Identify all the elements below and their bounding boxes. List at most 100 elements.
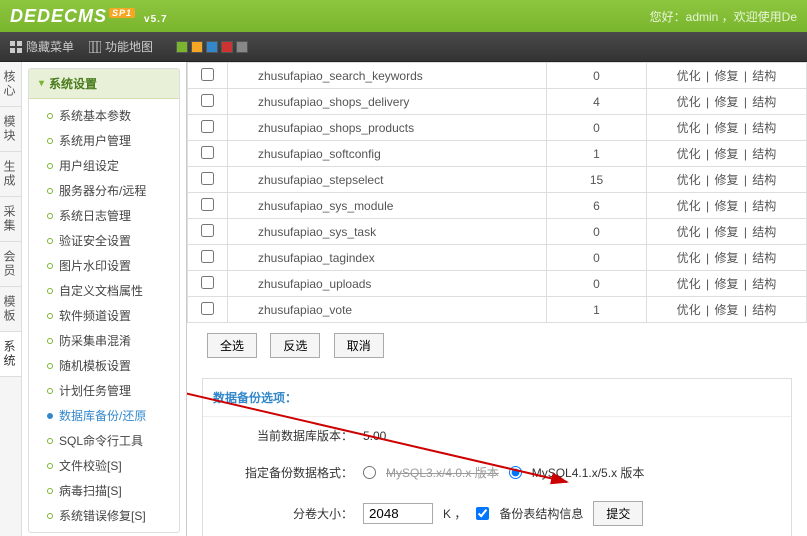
optimize-link[interactable]: 优化 [677, 251, 701, 265]
row-checkbox[interactable] [201, 224, 214, 237]
menu-item[interactable]: 用户组设定 [29, 153, 179, 178]
menu-item[interactable]: 防采集串混淆 [29, 328, 179, 353]
structure-link[interactable]: 结构 [752, 173, 776, 187]
menu-item[interactable]: 验证安全设置 [29, 228, 179, 253]
submit-button[interactable]: 提交 [593, 501, 643, 526]
menu-item[interactable]: 软件频道设置 [29, 303, 179, 328]
color-blue[interactable] [206, 41, 218, 53]
structure-link[interactable]: 结构 [752, 95, 776, 109]
menu-item[interactable]: 系统基本参数 [29, 103, 179, 128]
format-radio-2[interactable] [509, 466, 522, 479]
sidetab-member[interactable]: 会员 [0, 242, 21, 287]
row-checkbox[interactable] [201, 172, 214, 185]
cancel-button[interactable]: 取消 [334, 333, 384, 358]
menu-item[interactable]: 图片水印设置 [29, 253, 179, 278]
table-actions-cell: 优化 | 修复 | 结构 [647, 167, 807, 193]
optimize-link[interactable]: 优化 [677, 95, 701, 109]
sitemap-button[interactable]: 功能地图 [89, 38, 153, 55]
row-checkbox[interactable] [201, 198, 214, 211]
menu-title-system[interactable]: ▾ 系统设置 [29, 69, 179, 99]
repair-link[interactable]: 修复 [714, 147, 738, 161]
backup-title: 数据备份选项： [203, 379, 791, 417]
format-radio-1[interactable] [363, 466, 376, 479]
structure-link[interactable]: 结构 [752, 277, 776, 291]
repair-link[interactable]: 修复 [714, 69, 738, 83]
optimize-link[interactable]: 优化 [677, 147, 701, 161]
repair-link[interactable]: 修复 [714, 225, 738, 239]
sidetab-generate[interactable]: 生成 [0, 152, 21, 197]
structure-link[interactable]: 结构 [752, 225, 776, 239]
color-red[interactable] [221, 41, 233, 53]
row-checkbox[interactable] [201, 146, 214, 159]
menu-item[interactable]: 计划任务管理 [29, 378, 179, 403]
menu-item-label: 图片水印设置 [59, 257, 131, 274]
color-green[interactable] [176, 41, 188, 53]
invert-button[interactable]: 反选 [270, 333, 320, 358]
repair-link[interactable]: 修复 [714, 251, 738, 265]
menu-item[interactable]: 文件校验[S] [29, 453, 179, 478]
size-input[interactable] [363, 503, 433, 524]
menu-item[interactable]: 数据库备份/还原 [29, 403, 179, 428]
optimize-link[interactable]: 优化 [677, 303, 701, 317]
row-checkbox[interactable] [201, 250, 214, 263]
structure-link[interactable]: 结构 [752, 69, 776, 83]
structure-link[interactable]: 结构 [752, 121, 776, 135]
table-name-cell: zhusufapiao_tagindex [228, 245, 547, 271]
menu-item[interactable]: 随机模板设置 [29, 353, 179, 378]
structure-checkbox[interactable] [476, 507, 489, 520]
repair-link[interactable]: 修复 [714, 95, 738, 109]
optimize-link[interactable]: 优化 [677, 277, 701, 291]
repair-link[interactable]: 修复 [714, 199, 738, 213]
map-icon [89, 41, 101, 53]
menu-item[interactable]: 自定义文档属性 [29, 278, 179, 303]
hide-menu-button[interactable]: 隐藏菜单 [10, 38, 74, 55]
table-name-cell: zhusufapiao_sys_module [228, 193, 547, 219]
optimize-link[interactable]: 优化 [677, 199, 701, 213]
menu-item-label: 防采集串混淆 [59, 332, 131, 349]
menu-item[interactable]: 系统错误修复[S] [29, 503, 179, 528]
row-checkbox[interactable] [201, 68, 214, 81]
table-row: zhusufapiao_shops_products0优化 | 修复 | 结构 [188, 115, 807, 141]
optimize-link[interactable]: 优化 [677, 225, 701, 239]
structure-link[interactable]: 结构 [752, 147, 776, 161]
db-version-label: 当前数据库版本： [223, 427, 353, 444]
table-actions-cell: 优化 | 修复 | 结构 [647, 219, 807, 245]
repair-link[interactable]: 修复 [714, 173, 738, 187]
bullet-icon [47, 313, 53, 319]
repair-link[interactable]: 修复 [714, 303, 738, 317]
bullet-icon [47, 513, 53, 519]
bullet-icon [47, 288, 53, 294]
optimize-link[interactable]: 优化 [677, 69, 701, 83]
welcome-text: 您好：admin ，欢迎使用De [650, 8, 797, 25]
structure-link[interactable]: 结构 [752, 251, 776, 265]
sidetab-collect[interactable]: 采集 [0, 197, 21, 242]
row-checkbox[interactable] [201, 94, 214, 107]
select-all-button[interactable]: 全选 [207, 333, 257, 358]
structure-link[interactable]: 结构 [752, 303, 776, 317]
menu-item[interactable]: SQL命令行工具 [29, 428, 179, 453]
structure-link[interactable]: 结构 [752, 199, 776, 213]
menu-item[interactable]: 系统日志管理 [29, 203, 179, 228]
menu-item[interactable]: 系统用户管理 [29, 128, 179, 153]
menu-item[interactable]: 服务器分布/远程 [29, 178, 179, 203]
color-orange[interactable] [191, 41, 203, 53]
size-unit: K ， [443, 505, 466, 522]
table-name-cell: zhusufapiao_sys_task [228, 219, 547, 245]
bullet-icon [47, 238, 53, 244]
sidetab-system[interactable]: 系统 [0, 332, 21, 377]
menu-item[interactable]: 病毒扫描[S] [29, 478, 179, 503]
repair-link[interactable]: 修复 [714, 121, 738, 135]
row-checkbox[interactable] [201, 276, 214, 289]
optimize-link[interactable]: 优化 [677, 121, 701, 135]
menu-item-label: 系统日志管理 [59, 207, 131, 224]
sidetab-template[interactable]: 模板 [0, 287, 21, 332]
optimize-link[interactable]: 优化 [677, 173, 701, 187]
sidetab-core[interactable]: 核心 [0, 62, 21, 107]
row-checkbox[interactable] [201, 302, 214, 315]
repair-link[interactable]: 修复 [714, 277, 738, 291]
row-checkbox[interactable] [201, 120, 214, 133]
color-gray[interactable] [236, 41, 248, 53]
format-option-1: MySQL3.x/4.0.x 版本 [386, 464, 499, 481]
sidetab-module[interactable]: 模块 [0, 107, 21, 152]
table-actions-cell: 优化 | 修复 | 结构 [647, 115, 807, 141]
